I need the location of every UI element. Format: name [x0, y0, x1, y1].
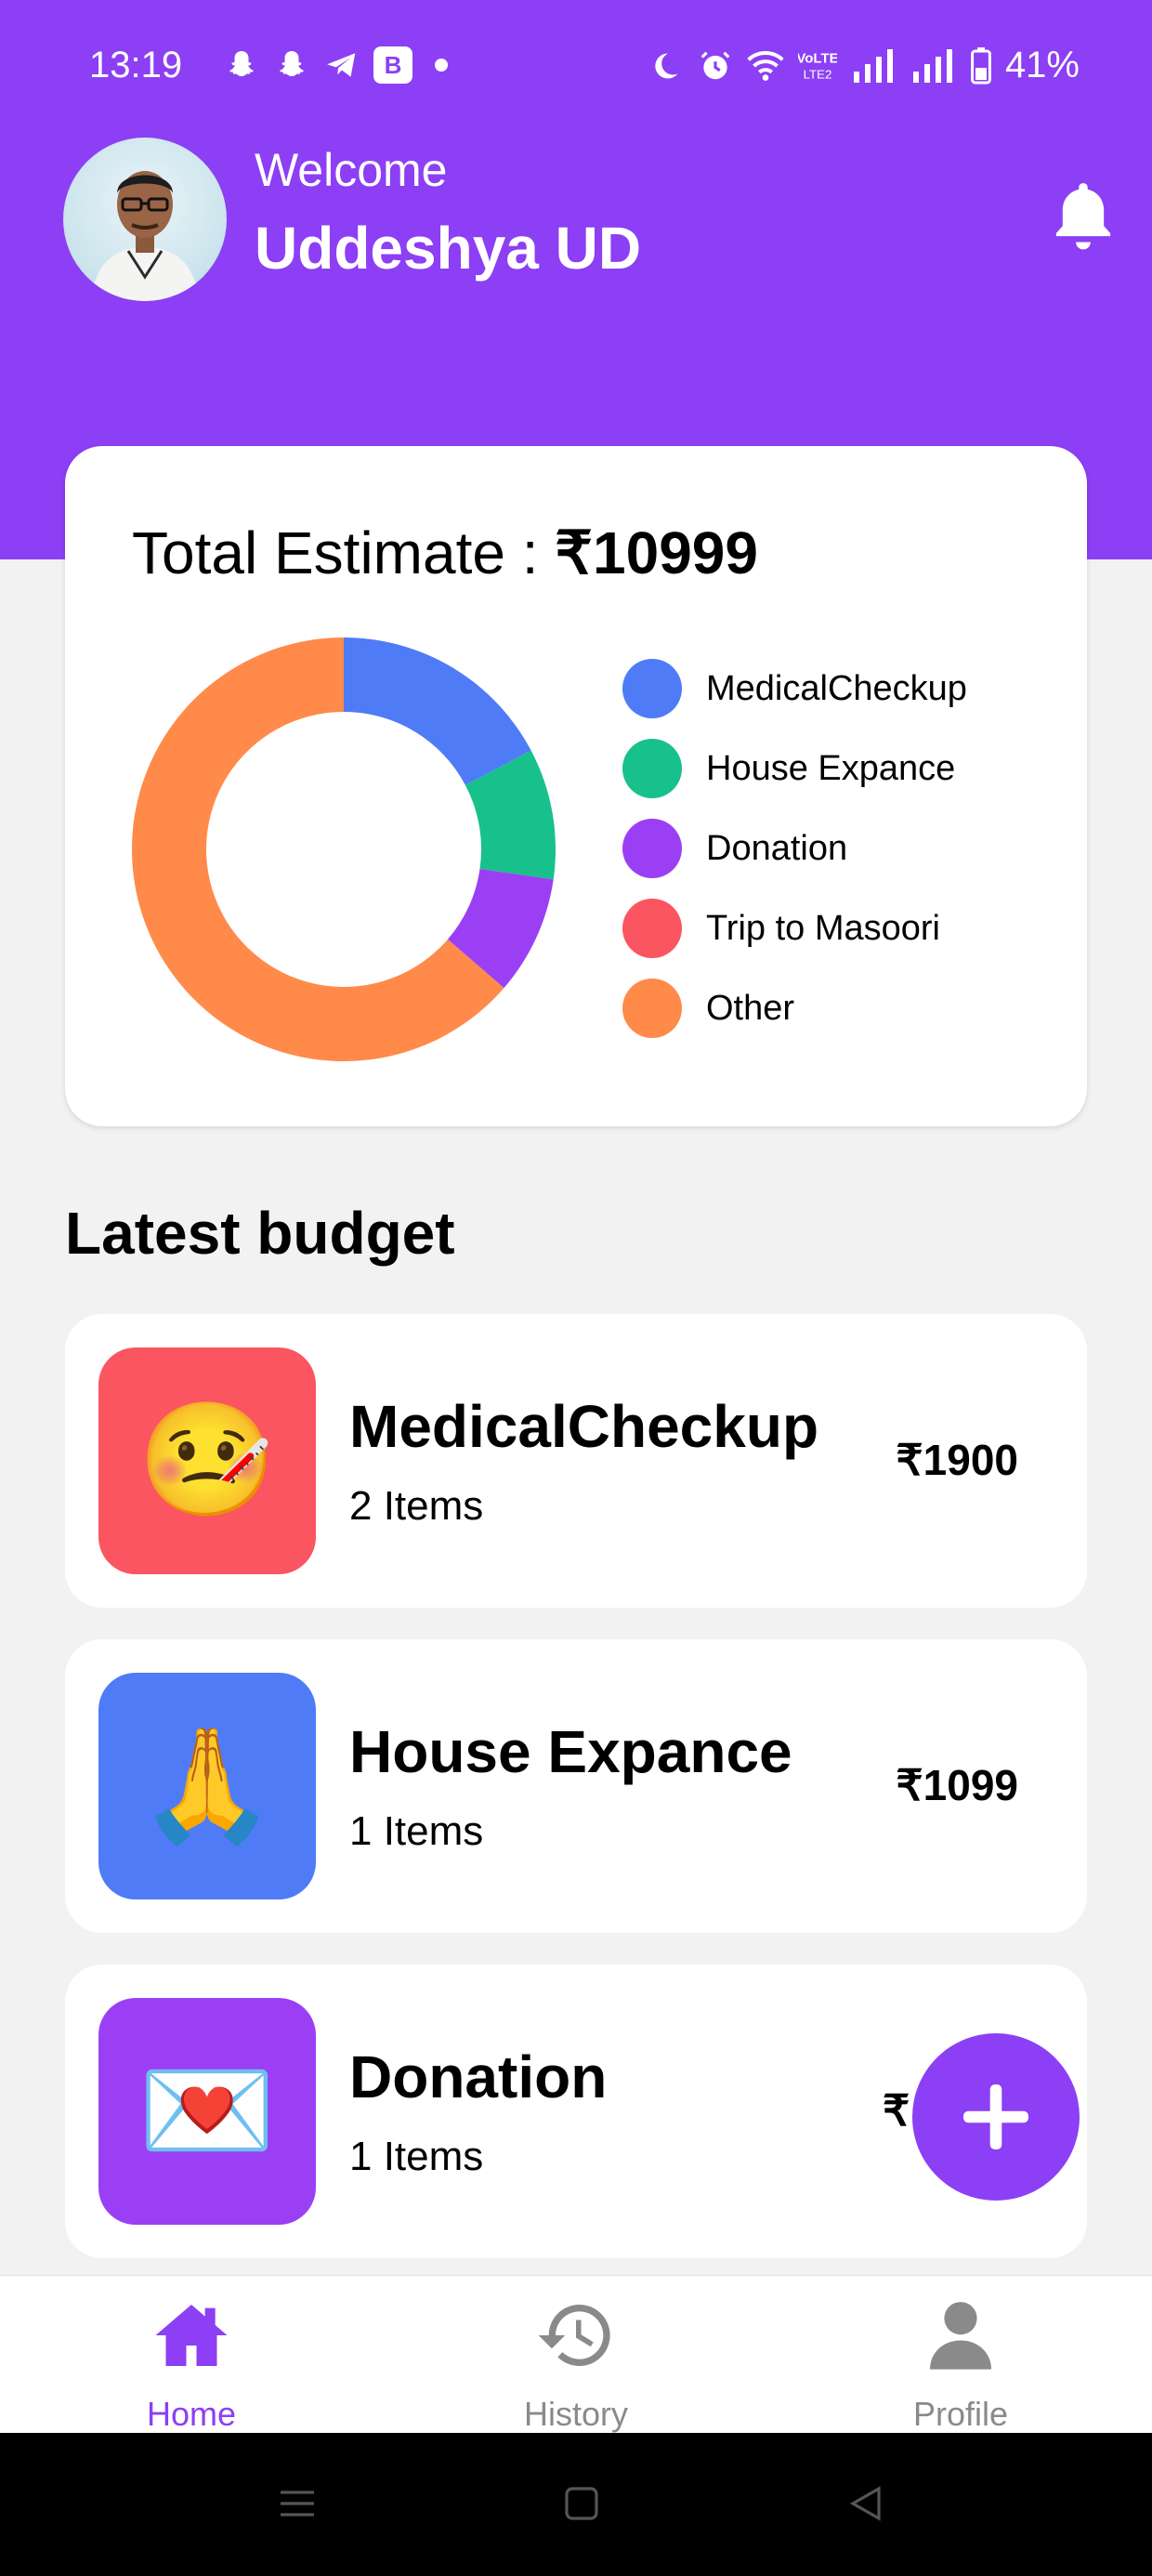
- budget-name: MedicalCheckup: [349, 1393, 819, 1460]
- donut-slice-medicalcheckup: [344, 637, 531, 785]
- legend-label: Donation: [706, 828, 848, 868]
- folded-hands-icon: 🙏: [98, 1673, 316, 1899]
- nav-history[interactable]: History: [437, 2276, 715, 2434]
- welcome-label: Welcome: [255, 144, 448, 196]
- more-notifications-icon: [435, 59, 448, 72]
- avatar[interactable]: [63, 138, 227, 301]
- home-square-icon[interactable]: [559, 2481, 604, 2526]
- svg-text:LTE2: LTE2: [804, 67, 832, 81]
- legend-item: MedicalCheckup: [622, 649, 967, 729]
- legend-label: Other: [706, 988, 795, 1028]
- volte-icon: VoLTE LTE2: [797, 47, 838, 85]
- signal-strength-icon: [910, 47, 957, 85]
- nav-profile[interactable]: Profile: [821, 2276, 1100, 2434]
- battery-icon: [970, 46, 992, 85]
- budget-name: House Expance: [349, 1718, 792, 1785]
- user-name: Uddeshya UD: [255, 215, 642, 282]
- profile-icon: [930, 2302, 991, 2370]
- nav-profile-label: Profile: [912, 2395, 1009, 2433]
- budget-card-medicalcheckup[interactable]: 🤒 MedicalCheckup 2 Items ₹1900: [65, 1314, 1087, 1608]
- battery-percent: 41%: [1004, 45, 1080, 85]
- bottom-navigation: Home History Profile: [0, 2275, 1152, 2433]
- wifi-icon: [747, 47, 784, 85]
- legend-item: Trip to Masoori: [622, 888, 967, 968]
- legend-item: House Expance: [622, 729, 967, 808]
- nav-home-label: Home: [146, 2395, 237, 2433]
- plus-icon: [963, 2084, 1028, 2149]
- budget-amount: ₹: [883, 2086, 910, 2135]
- budget-amount: ₹1900: [896, 1436, 1018, 1484]
- back-triangle-icon[interactable]: [844, 2481, 888, 2526]
- snapchat-icon: [223, 46, 260, 84]
- notification-bell-icon[interactable]: [1048, 177, 1119, 255]
- system-navigation-bar: [0, 2433, 1152, 2576]
- legend-swatch: [622, 899, 682, 958]
- nav-home[interactable]: Home: [52, 2276, 331, 2434]
- budget-item-count: 1 Items: [349, 1808, 484, 1854]
- legend-item: Other: [622, 968, 967, 1048]
- svg-text:VoLTE: VoLTE: [798, 50, 837, 66]
- legend-swatch: [622, 819, 682, 878]
- home-icon: [155, 2305, 228, 2366]
- b-app-icon: B: [373, 46, 412, 84]
- legend-swatch: [622, 659, 682, 718]
- legend-item: Donation: [622, 808, 967, 888]
- status-time: 13:19: [89, 45, 183, 85]
- chart-legend: MedicalCheckup House Expance Donation Trip …: [622, 649, 967, 1048]
- total-estimate-label: Total Estimate :: [132, 519, 556, 586]
- total-estimate-card: Total Estimate : ₹10999 MedicalCheckup Ho…: [65, 446, 1087, 1126]
- nav-history-label: History: [523, 2395, 628, 2433]
- budget-item-count: 2 Items: [349, 1483, 484, 1529]
- budget-name: Donation: [349, 2044, 608, 2110]
- alarm-icon: [697, 47, 734, 85]
- thermometer-face-icon: 🤒: [98, 1347, 316, 1574]
- budget-item-count: 1 Items: [349, 2134, 484, 2179]
- total-estimate-value: ₹10999: [555, 519, 758, 586]
- signal-strength-icon: [851, 47, 897, 85]
- status-bar: 13:19 B VoLTE LTE2 41%: [0, 0, 1152, 139]
- legend-label: MedicalCheckup: [706, 668, 967, 708]
- total-estimate-heading: Total Estimate : ₹10999: [132, 519, 758, 588]
- add-budget-button[interactable]: [912, 2033, 1080, 2201]
- expense-donut-chart: [132, 637, 556, 1061]
- snapchat-icon: [273, 46, 310, 84]
- legend-swatch: [622, 739, 682, 798]
- system-status-icons: VoLTE LTE2 41%: [647, 45, 1080, 86]
- legend-label: House Expance: [706, 748, 956, 788]
- do-not-disturb-moon-icon: [647, 47, 684, 85]
- budget-amount: ₹1099: [896, 1761, 1018, 1809]
- latest-budget-title: Latest budget: [65, 1200, 455, 1267]
- history-icon: [538, 2305, 610, 2366]
- legend-swatch: [622, 979, 682, 1038]
- budget-card-house-expance[interactable]: 🙏 House Expance 1 Items ₹1099: [65, 1639, 1087, 1933]
- love-letter-icon: 💌: [98, 1998, 316, 2225]
- menu-icon[interactable]: [275, 2481, 320, 2526]
- telegram-icon: [323, 46, 360, 84]
- legend-label: Trip to Masoori: [706, 908, 940, 948]
- notification-icons: B: [223, 46, 448, 84]
